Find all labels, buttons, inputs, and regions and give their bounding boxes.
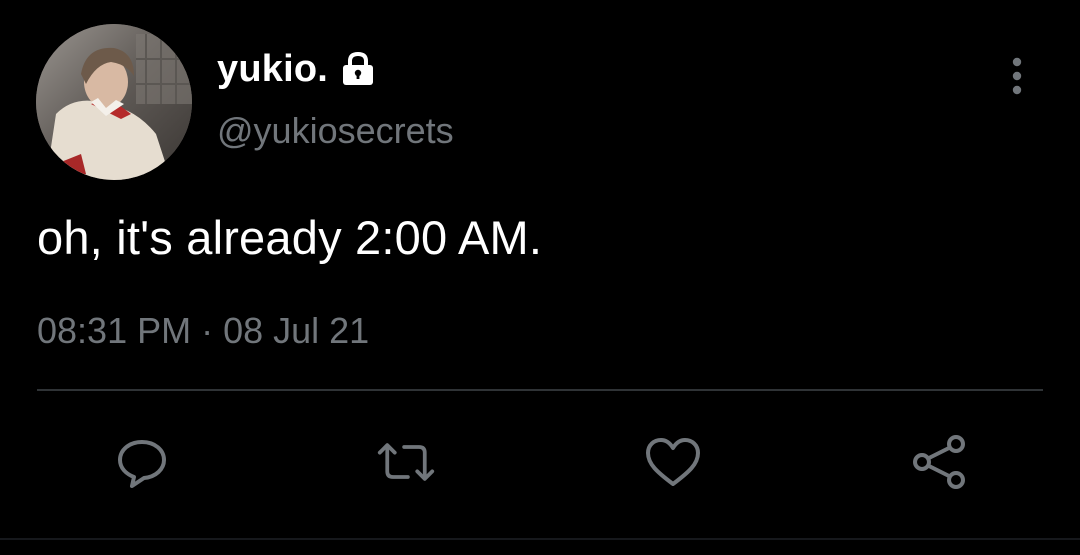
reply-icon — [118, 440, 166, 488]
retweet-button[interactable] — [376, 432, 436, 492]
tweet-timestamp[interactable]: 08:31 PM · 08 Jul 21 — [37, 310, 369, 352]
avatar-photo — [36, 24, 192, 180]
like-button[interactable] — [643, 432, 703, 492]
divider — [37, 389, 1043, 391]
retweet-icon — [377, 443, 435, 481]
heart-icon — [646, 438, 700, 486]
tweet-text: oh, it's already 2:00 AM. — [37, 211, 543, 264]
tweet-card: yukio. @yukiosecrets oh, it's already 2:… — [0, 0, 1080, 555]
bottom-divider — [0, 538, 1080, 540]
display-name-row[interactable]: yukio. — [217, 46, 378, 92]
display-name[interactable]: yukio. — [217, 48, 328, 91]
user-handle[interactable]: @yukiosecrets — [217, 110, 454, 152]
share-button[interactable] — [910, 432, 970, 492]
reply-button[interactable] — [112, 432, 172, 492]
avatar[interactable] — [36, 24, 192, 180]
more-vertical-icon[interactable] — [1004, 56, 1030, 96]
share-icon — [913, 435, 965, 489]
lock-icon — [338, 51, 378, 87]
